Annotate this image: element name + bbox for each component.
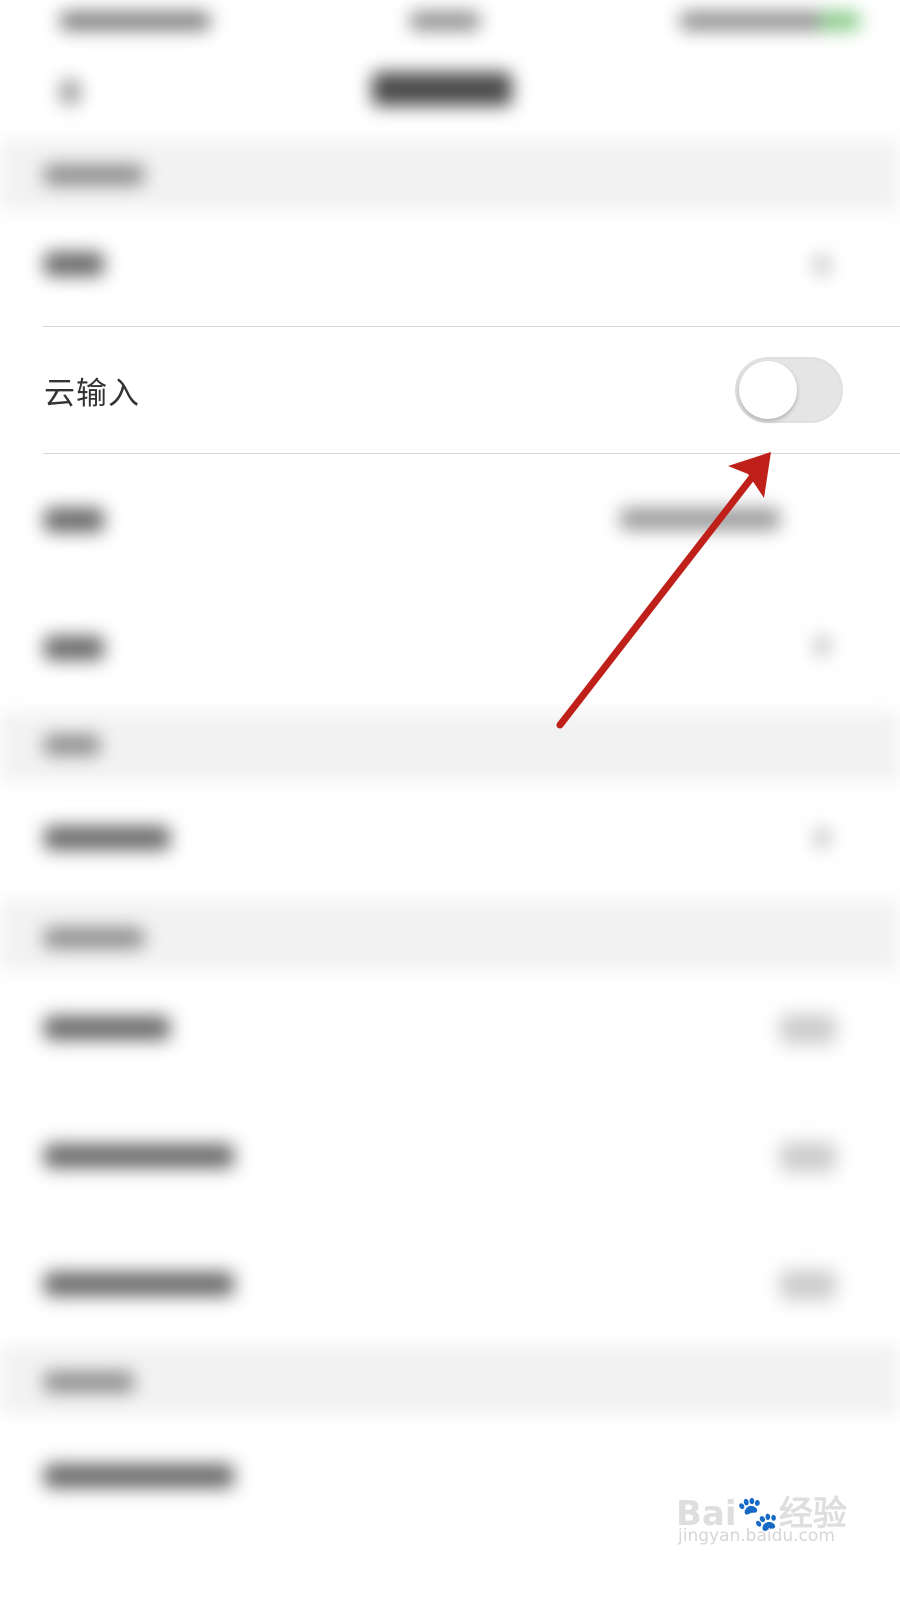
watermark-site: jingyan.baidu.com bbox=[678, 1526, 835, 1546]
baidu-jingyan-watermark: Bai🐾经验 jingyan.baidu.com bbox=[676, 1468, 886, 1558]
annotation-arrow-icon bbox=[556, 452, 771, 729]
